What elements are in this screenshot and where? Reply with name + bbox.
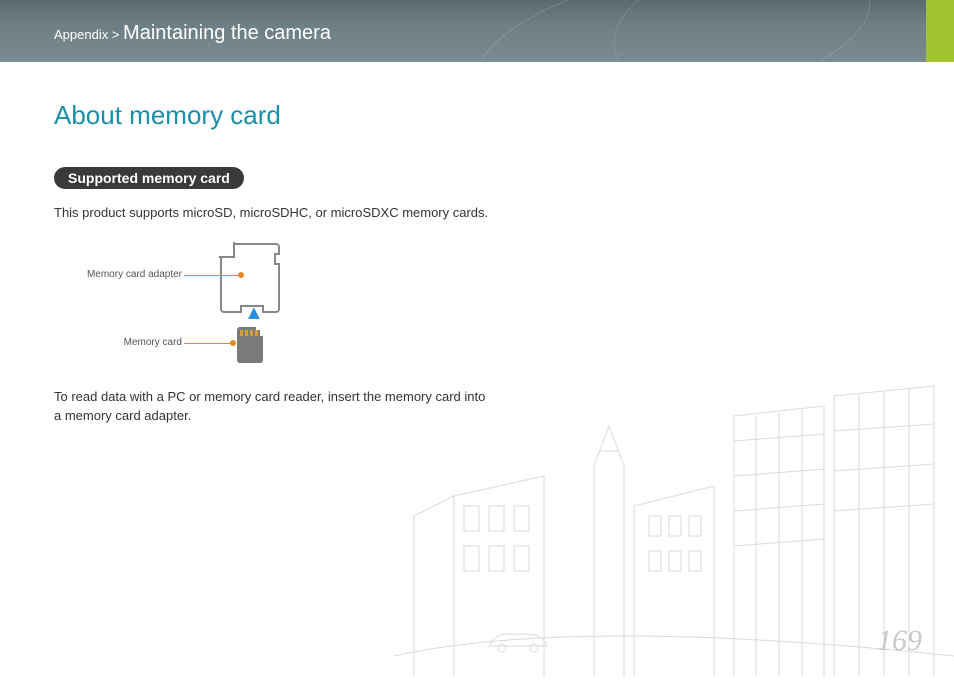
- microsd-icon: [237, 327, 263, 363]
- breadcrumb: Appendix > Maintaining the camera: [54, 22, 331, 45]
- intro-text: This product supports microSD, microSDHC…: [54, 203, 494, 223]
- breadcrumb-prefix: Appendix >: [54, 27, 119, 42]
- subheading-pill: Supported memory card: [54, 167, 244, 189]
- arrow-up-icon: ▲: [244, 303, 264, 323]
- diagram-label-card: Memory card: [72, 337, 182, 348]
- side-accent-tab: [926, 0, 954, 62]
- leader-line-card: [184, 343, 232, 344]
- background-illustration: [394, 356, 954, 676]
- page-title: About memory card: [54, 100, 494, 131]
- page-number: 169: [877, 624, 922, 658]
- leader-dot-adapter: [238, 272, 244, 278]
- leader-dot-card: [230, 340, 236, 346]
- diagram-label-adapter: Memory card adapter: [72, 269, 182, 280]
- memory-card-diagram: ▲ Memory card adapter Memory card: [72, 241, 312, 371]
- leader-line-adapter: [184, 275, 240, 276]
- breadcrumb-section: Maintaining the camera: [123, 22, 331, 44]
